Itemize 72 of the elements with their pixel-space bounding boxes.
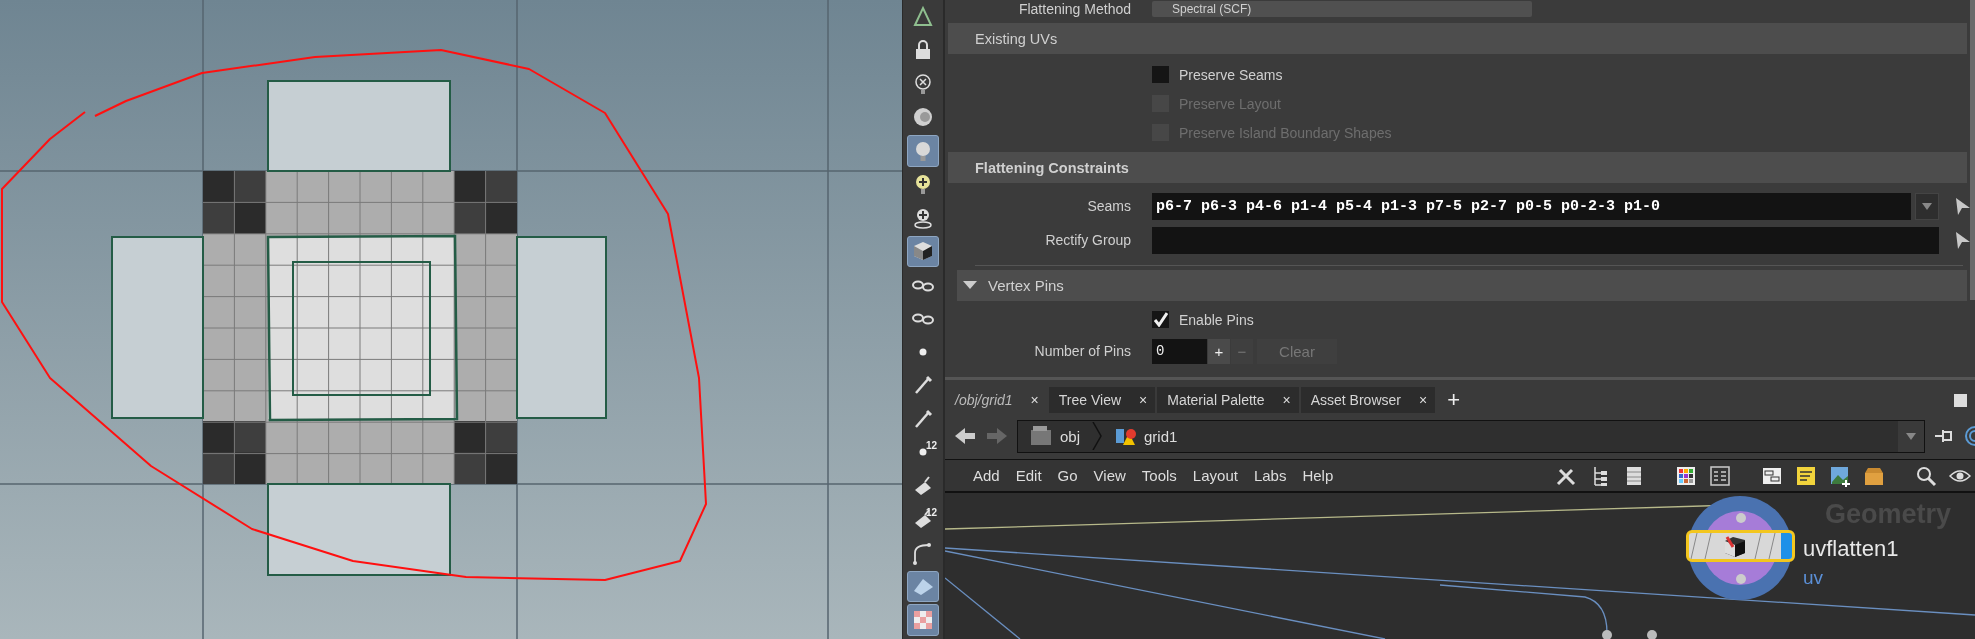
tab-label: Tree View <box>1058 392 1122 408</box>
count-label: 12 <box>925 506 937 518</box>
folder-header[interactable]: Vertex Pins <box>957 270 1967 301</box>
menu-item[interactable]: Labs <box>1245 467 1295 484</box>
maximize-icon[interactable] <box>1954 393 1967 407</box>
breadcrumb[interactable]: obj <box>1024 425 1087 447</box>
method-dropdown[interactable]: Spectral (SCF) <box>1152 1 1532 17</box>
menu-item[interactable]: Tools <box>1133 467 1185 484</box>
cone-icon <box>911 4 935 29</box>
new-tab-button[interactable]: + <box>1437 387 1470 413</box>
add-button[interactable]: + <box>1208 338 1230 364</box>
close-tab-button[interactable]: × <box>1418 392 1428 408</box>
section-header: Flattening Constraints <box>948 152 1967 183</box>
point-icon <box>919 448 927 457</box>
dot-icon <box>919 347 927 356</box>
shelf-tool-button[interactable]: 12 <box>907 503 939 535</box>
breadcrumb-separator-icon <box>1092 422 1103 450</box>
sticky-note-icon[interactable] <box>1795 464 1817 487</box>
search-icon[interactable] <box>1915 464 1937 487</box>
parameter-label: Number of Pins <box>1033 343 1131 359</box>
back-arrow-icon[interactable] <box>953 426 977 446</box>
menu-item[interactable]: Go <box>1049 467 1086 484</box>
input-connector-icon[interactable] <box>1736 513 1746 523</box>
uv-viewport[interactable] <box>0 0 902 639</box>
shelf-tool-button[interactable] <box>907 570 939 602</box>
output-connector-icon[interactable] <box>1602 630 1612 639</box>
path-bar[interactable]: obj grid1 <box>1017 419 1925 453</box>
dropdown-button[interactable] <box>1915 192 1939 220</box>
checkmark-icon <box>1153 312 1168 327</box>
caret-icon <box>1921 201 1933 211</box>
checkbox[interactable] <box>1152 66 1169 83</box>
close-tab-button[interactable]: × <box>1282 392 1291 408</box>
tab-label: /obj/grid1 <box>955 392 1013 408</box>
checkbox-label: Preserve Seams <box>1179 66 1283 83</box>
group-field[interactable]: p6-7 p6-3 p4-6 p1-4 p5-4 p1-3 p7-5 p2-7 p0-5 p0-2-3 p1-0 <box>1152 192 1911 220</box>
pane-tab[interactable]: Asset Browser × <box>1300 387 1436 413</box>
caret-icon[interactable] <box>1905 431 1917 441</box>
pane-tab[interactable]: Material Palette × <box>1157 387 1299 413</box>
breadcrumb-label: obj <box>1060 427 1081 445</box>
tab-label: Asset Browser <box>1310 392 1401 408</box>
image-add-icon[interactable] <box>1829 464 1851 487</box>
shelf-tool-button[interactable]: 12 <box>907 436 939 468</box>
node-type-label: uv <box>1803 567 1824 589</box>
close-tab-button[interactable]: × <box>1030 392 1039 408</box>
parameter-label: Flattening Method <box>1017 1 1131 17</box>
section-header: Existing UVs <box>948 23 1967 54</box>
folder-label: Vertex Pins <box>988 277 1064 294</box>
menu-item[interactable]: Layout <box>1184 467 1246 484</box>
node-tile[interactable] <box>1686 530 1795 562</box>
grid-layout-icon[interactable] <box>1709 464 1731 487</box>
clapper-icon <box>1030 425 1052 447</box>
close-tab-button[interactable]: × <box>1139 392 1148 408</box>
output-connector-icon[interactable] <box>1647 630 1657 639</box>
count-label: 12 <box>925 439 937 451</box>
tab-label: Material Palette <box>1167 392 1265 408</box>
menu-item[interactable]: View <box>1085 467 1134 484</box>
color-palette-icon[interactable] <box>1675 464 1697 487</box>
menu-item[interactable]: Edit <box>1007 467 1050 484</box>
checkbox-label: Enable Pins <box>1179 311 1254 328</box>
checkbox[interactable] <box>1152 311 1169 328</box>
node-name: uvflatten1 <box>1803 536 1899 562</box>
pane-tab[interactable]: Tree View × <box>1048 387 1156 413</box>
parameter-label: Seams <box>1086 198 1131 214</box>
number-field[interactable]: 0 <box>1152 338 1207 364</box>
parameter-label: Rectify Group <box>1044 232 1131 248</box>
breadcrumb[interactable]: grid1 <box>1108 425 1184 447</box>
breadcrumb-label: grid1 <box>1144 427 1178 445</box>
menu-item[interactable]: Help <box>1294 467 1342 484</box>
uv-flatten-icon <box>1689 533 1792 559</box>
group-field[interactable] <box>1152 226 1939 254</box>
shelf-tool-button[interactable] <box>907 235 939 267</box>
menu-item[interactable]: Add <box>965 467 1008 484</box>
